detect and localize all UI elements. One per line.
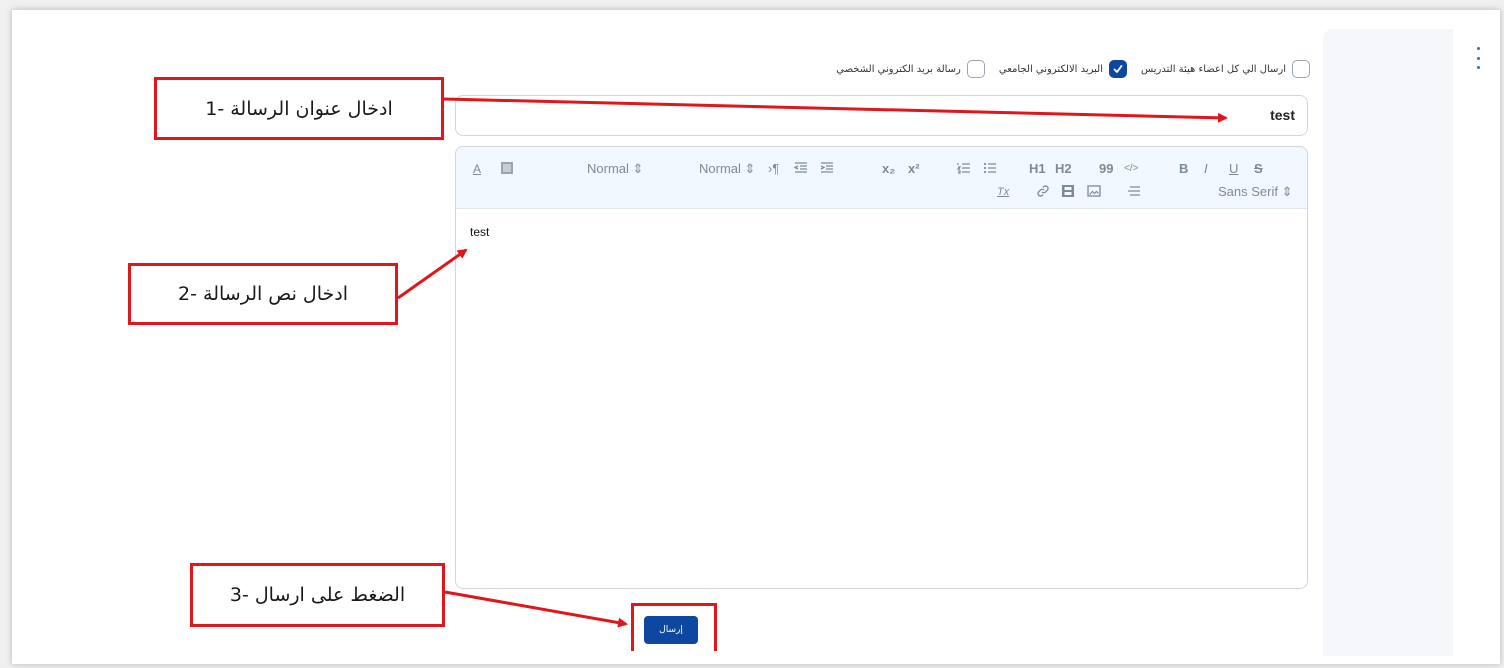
underline-button[interactable]: U xyxy=(1229,161,1238,177)
annotation-step1: ادخال عنوان الرسالة -1 xyxy=(154,77,444,140)
screenshot-stage: ارسال الي كل اعضاء هيئة التدريس البريد ا… xyxy=(0,0,1504,668)
annotation-step2: ادخال نص الرسالة -2 xyxy=(128,263,398,325)
link-icon[interactable] xyxy=(1036,184,1050,198)
header-select-chevron-icon: ⇕ xyxy=(744,161,756,176)
h2-button[interactable]: H2 xyxy=(1055,161,1072,177)
more-options-icon[interactable] xyxy=(1476,47,1480,69)
superscript-button[interactable]: x² xyxy=(908,161,920,177)
direction-rtl-icon[interactable]: ›¶ xyxy=(768,161,779,177)
message-editor: A Normal ⇕ Normal ⇕ ›¶ x₂ x² H1 H2 99 </… xyxy=(455,146,1308,589)
image-icon[interactable] xyxy=(1087,184,1101,198)
italic-button[interactable]: I xyxy=(1204,161,1208,177)
size-select[interactable]: Normal ⇕ xyxy=(587,161,643,177)
checkbox-all-faculty[interactable] xyxy=(1292,60,1310,78)
annotation-step3: الضغط على ارسال -3 xyxy=(190,563,445,627)
subject-input[interactable]: test xyxy=(455,95,1308,136)
code-button[interactable]: </> xyxy=(1124,161,1138,177)
editor-content[interactable]: test xyxy=(470,225,489,239)
blockquote-button[interactable]: 99 xyxy=(1099,161,1113,177)
recipient-options: ارسال الي كل اعضاء هيئة التدريس البريد ا… xyxy=(790,58,1310,80)
ordered-list-icon[interactable] xyxy=(957,161,971,175)
annotation-send-highlight xyxy=(631,603,717,651)
option-personal-email-label: رسالة بريد الكتروني الشخصي xyxy=(836,63,961,75)
subscript-button[interactable]: x₂ xyxy=(882,161,895,177)
clean-format-button[interactable]: Tx xyxy=(997,184,1009,200)
h1-button[interactable]: H1 xyxy=(1029,161,1046,177)
text-color-button[interactable]: A xyxy=(473,161,481,177)
bullet-list-icon[interactable] xyxy=(983,161,997,175)
side-panel xyxy=(1323,29,1453,656)
option-university-email-label: البريد الالكتروني الجامعي xyxy=(998,63,1104,75)
editor-text: test xyxy=(470,225,490,239)
subject-value: test xyxy=(1270,107,1295,123)
strike-button[interactable]: S xyxy=(1254,161,1263,177)
option-all-faculty[interactable]: ارسال الي كل اعضاء هيئة التدريس xyxy=(1141,60,1310,78)
indent-increase-icon[interactable] xyxy=(820,161,834,175)
editor-toolbar: A Normal ⇕ Normal ⇕ ›¶ x₂ x² H1 H2 99 </… xyxy=(456,147,1307,209)
option-personal-email[interactable]: رسالة بريد الكتروني الشخصي xyxy=(836,60,985,78)
align-icon[interactable] xyxy=(1127,184,1141,198)
font-select-value: Sans Serif xyxy=(1218,184,1278,199)
font-select-chevron-icon: ⇕ xyxy=(1281,184,1293,199)
header-select-value: Normal xyxy=(699,161,741,176)
header-select[interactable]: Normal ⇕ xyxy=(699,161,755,177)
option-university-email[interactable]: البريد الالكتروني الجامعي xyxy=(998,60,1128,78)
size-select-chevron-icon: ⇕ xyxy=(632,161,644,176)
background-color-button[interactable] xyxy=(500,161,514,175)
video-icon[interactable] xyxy=(1061,184,1075,198)
font-select[interactable]: Sans Serif ⇕ xyxy=(1218,184,1293,200)
checkbox-personal-email[interactable] xyxy=(966,60,985,78)
option-all-faculty-label: ارسال الي كل اعضاء هيئة التدريس xyxy=(1141,63,1286,75)
bold-button[interactable]: B xyxy=(1179,161,1188,177)
size-select-value: Normal xyxy=(587,161,629,176)
background-color-icon xyxy=(501,162,513,174)
indent-decrease-icon[interactable] xyxy=(794,161,808,175)
check-icon xyxy=(1113,65,1123,73)
checkbox-university-email[interactable] xyxy=(1109,60,1128,78)
